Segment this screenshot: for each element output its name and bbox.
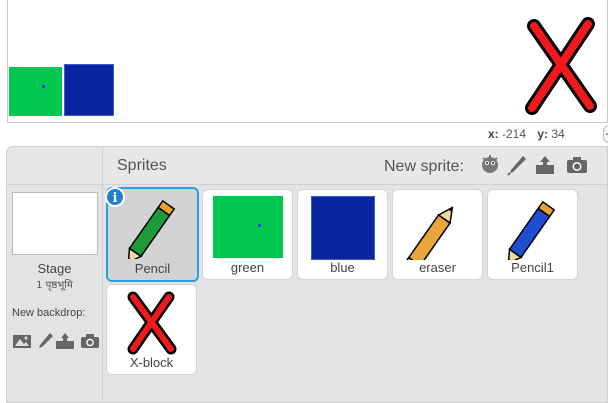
backdrop-library-icon[interactable] bbox=[12, 331, 32, 351]
sprite-tile-x-block[interactable]: X-block bbox=[106, 284, 197, 375]
stage-column-header bbox=[7, 147, 102, 185]
x-value: -214 bbox=[502, 127, 527, 141]
sprite-tile-eraser[interactable]: eraser bbox=[392, 189, 483, 280]
blue-pencil-icon bbox=[506, 200, 555, 260]
backdrop-count: 1 पृष्ठभूमि bbox=[36, 280, 73, 291]
sprite-name: blue bbox=[330, 260, 355, 275]
blue-sprite-on-stage[interactable] bbox=[64, 64, 114, 116]
y-value: 34 bbox=[551, 127, 565, 141]
pen-dot bbox=[257, 224, 261, 227]
stage-thumbnail[interactable] bbox=[12, 192, 98, 255]
sprite-tile-blue[interactable]: blue bbox=[297, 189, 388, 280]
sprite-name: Pencil bbox=[134, 261, 171, 276]
upload-icon[interactable] bbox=[55, 331, 75, 351]
x-block-sprite-on-stage[interactable] bbox=[520, 16, 602, 116]
blue-square-icon bbox=[310, 196, 375, 260]
sprite-name: green bbox=[230, 260, 265, 275]
red-x-icon bbox=[127, 291, 176, 355]
green-sprite-on-stage[interactable] bbox=[9, 67, 62, 116]
camera-icon[interactable] bbox=[80, 331, 100, 351]
sprite-tile-green[interactable]: green bbox=[202, 189, 293, 280]
stage-label: Stage bbox=[37, 261, 72, 276]
sprite-tile-pencil[interactable]: i Pencil bbox=[105, 187, 199, 282]
new-sprite-label: New sprite: bbox=[384, 158, 465, 175]
sprite-name: Pencil1 bbox=[511, 260, 554, 275]
scratch-editor: x: -214 y: 34 Sprites New sprite: Stage … bbox=[0, 0, 608, 403]
y-label: y: bbox=[537, 127, 549, 141]
sprite-name: eraser bbox=[419, 260, 456, 275]
eraser-pencil-icon bbox=[402, 206, 453, 260]
sprites-pane: Sprites New sprite: Stage 1 पृष्ठभूमि Ne… bbox=[6, 146, 608, 403]
pen-dot bbox=[42, 85, 45, 88]
x-label: x: bbox=[488, 127, 499, 141]
mouse-coordinates: x: -214 y: 34 bbox=[488, 127, 565, 141]
paint-brush-icon[interactable] bbox=[35, 331, 55, 351]
sprite-name: X-block bbox=[129, 355, 174, 370]
green-pencil-icon bbox=[126, 199, 175, 259]
new-backdrop-label: New backdrop: bbox=[12, 307, 86, 319]
sprite-tile-pencil1[interactable]: Pencil1 bbox=[487, 189, 578, 280]
paint-new-sprite-icon[interactable] bbox=[505, 153, 529, 177]
camera-icon[interactable] bbox=[565, 153, 589, 177]
upload-sprite-icon[interactable] bbox=[533, 153, 557, 177]
stage-canvas[interactable] bbox=[7, 0, 608, 123]
sprites-header: Sprites New sprite: bbox=[103, 147, 607, 185]
pane-divider bbox=[102, 147, 103, 403]
choose-from-library-icon[interactable] bbox=[478, 153, 502, 177]
green-square-icon bbox=[212, 196, 283, 258]
stage-size-toggle[interactable] bbox=[603, 125, 608, 143]
sprites-title: Sprites bbox=[117, 157, 167, 174]
